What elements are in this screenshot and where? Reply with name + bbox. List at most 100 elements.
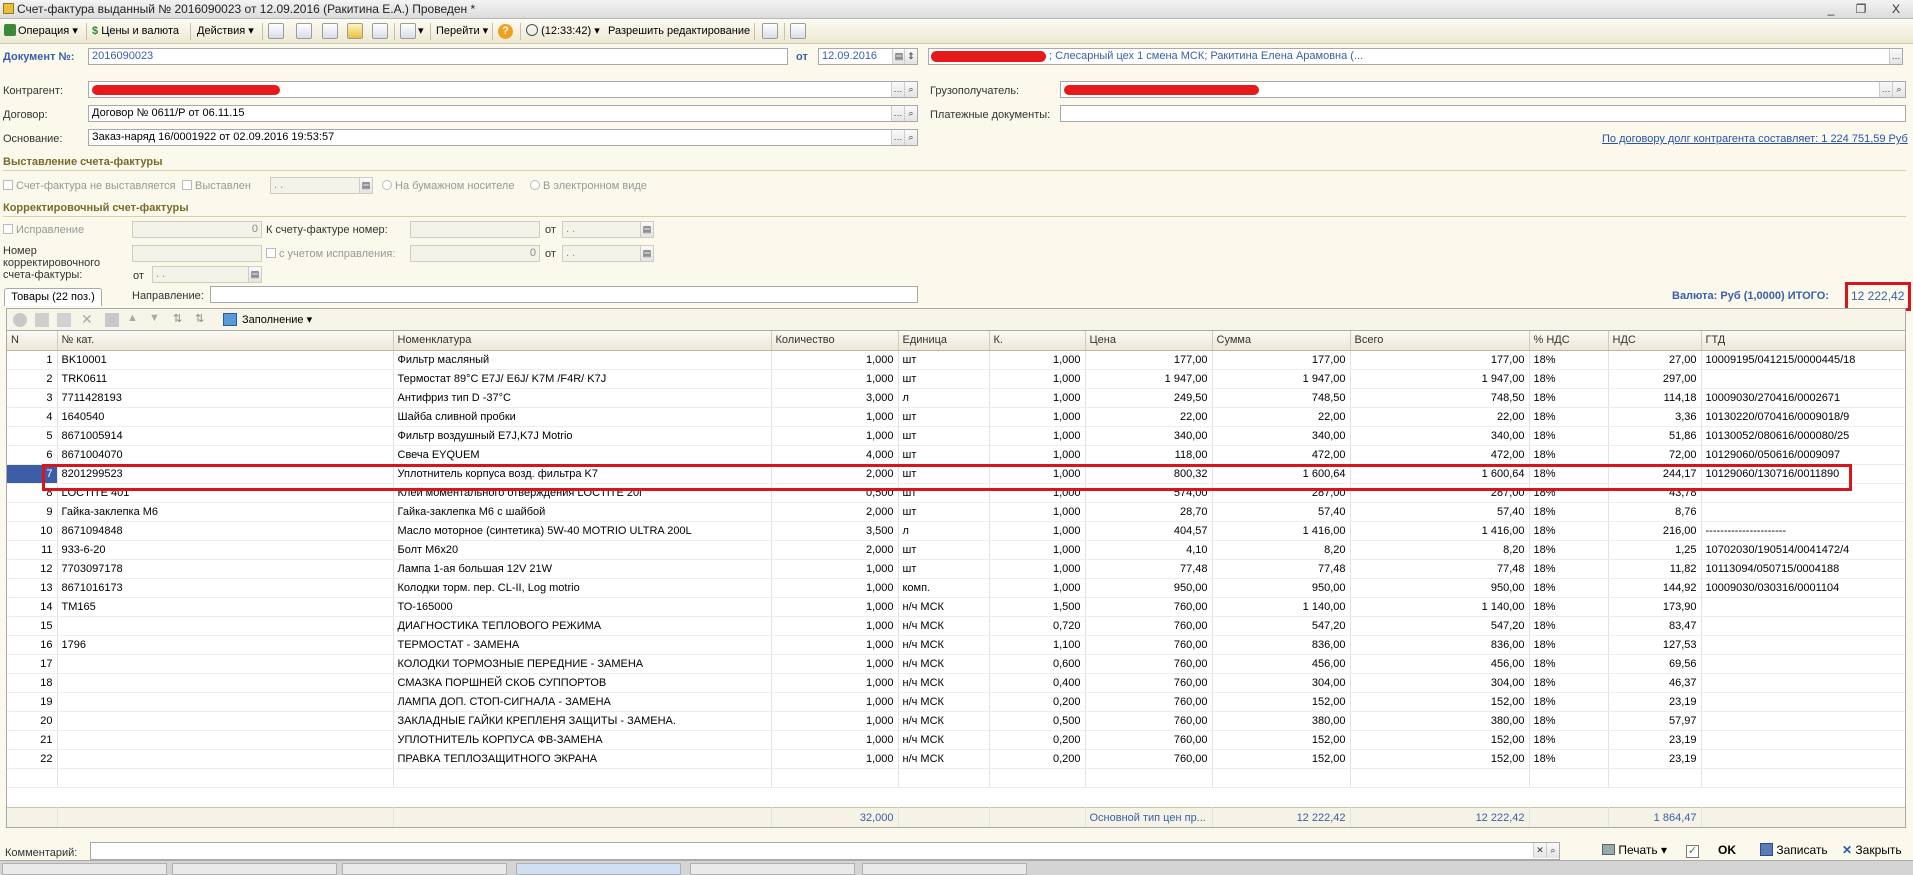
table-cell[interactable]: 1,000	[771, 749, 899, 769]
table-cell[interactable]: 1,000	[771, 426, 899, 446]
column-header[interactable]: Номенклатура	[393, 331, 772, 351]
table-cell[interactable]: 18%	[1529, 635, 1609, 655]
table-cell[interactable]: 1,000	[989, 407, 1086, 427]
table-cell[interactable]: Гайка-заклепка М6 с шайбой	[393, 502, 772, 522]
table-cell[interactable]: КОЛОДКИ ТОРМОЗНЫЕ ПЕРЕДНИЕ - ЗАМЕНА	[393, 654, 772, 674]
table-cell[interactable]: 13	[7, 578, 58, 598]
table-row[interactable]: 9 Гайка-заклепка М6 Гайка-заклепка М6 с ша…	[7, 502, 1905, 522]
table-cell[interactable]: 22,00	[1085, 407, 1213, 427]
table-cell[interactable]: 0,200	[989, 730, 1086, 750]
table-cell[interactable]: 1,000	[771, 692, 899, 712]
counterparty-field[interactable]: … ⌕	[88, 81, 918, 98]
table-cell[interactable]: 152,00	[1212, 730, 1351, 750]
table-cell[interactable]: 2,000	[771, 502, 899, 522]
table-cell[interactable]: Свеча EYQUEM	[393, 445, 772, 465]
table-cell[interactable]: 14	[7, 597, 58, 617]
table-cell[interactable]: Антифриз тип D -37°C	[393, 388, 772, 408]
table-cell[interactable]: 10702030/190514/0041472/4	[1701, 540, 1905, 560]
with-fix-field[interactable]: 0	[410, 245, 540, 262]
table-cell[interactable]: 18%	[1529, 711, 1609, 731]
table-cell[interactable]: 22,00	[1212, 407, 1351, 427]
table-cell[interactable]: 456,00	[1350, 654, 1530, 674]
move-down-icon[interactable]: ▼	[149, 312, 160, 324]
table-cell[interactable]: 340,00	[1085, 426, 1213, 446]
issued-date-field[interactable]: . . ▤	[270, 177, 373, 194]
column-header[interactable]: ГТД	[1701, 331, 1905, 351]
table-cell[interactable]: 23,19	[1608, 730, 1702, 750]
column-header[interactable]: Единица	[898, 331, 990, 351]
table-cell[interactable]: 836,00	[1212, 635, 1351, 655]
table-cell[interactable]: 152,00	[1212, 692, 1351, 712]
table-cell[interactable]: шт	[898, 559, 990, 579]
table-cell[interactable]: 1,000	[771, 711, 899, 731]
table-cell[interactable]: 760,00	[1085, 730, 1213, 750]
basis-search-icon[interactable]: ⌕	[904, 130, 917, 145]
table-cell[interactable]: 1 416,00	[1212, 521, 1351, 541]
edit-row-icon[interactable]	[57, 313, 71, 327]
table-cell[interactable]: 1 140,00	[1350, 597, 1530, 617]
table-cell[interactable]: 547,20	[1350, 616, 1530, 636]
table-cell[interactable]: 748,50	[1212, 388, 1351, 408]
table-cell[interactable]: 1,000	[771, 369, 899, 389]
direction-field[interactable]	[210, 286, 918, 303]
table-cell[interactable]: 760,00	[1085, 711, 1213, 731]
table-row[interactable]: 13 8671016173 Колодки торм. пер. CL-II, Lo…	[7, 578, 1905, 598]
calendar-icon[interactable]: ▤	[640, 222, 653, 237]
table-cell[interactable]: 7703097178	[57, 559, 394, 579]
structure-icon[interactable]	[400, 23, 416, 39]
table-cell[interactable]: 16	[7, 635, 58, 655]
table-cell[interactable]	[57, 616, 394, 636]
table-cell[interactable]: ТЕРМОСТАТ - ЗАМЕНА	[393, 635, 772, 655]
table-cell[interactable]: 216,00	[1608, 521, 1702, 541]
table-cell[interactable]: шт	[898, 502, 990, 522]
table-cell[interactable]: 1,000	[989, 559, 1086, 579]
table-cell[interactable]: 12	[7, 559, 58, 579]
table-cell[interactable]: 1,000	[989, 369, 1086, 389]
table-cell[interactable]: TM165	[57, 597, 394, 617]
table-cell[interactable]: комп.	[898, 578, 990, 598]
table-cell[interactable]: 760,00	[1085, 692, 1213, 712]
table-cell[interactable]: 18%	[1529, 578, 1609, 598]
payment-docs-field[interactable]	[1060, 105, 1906, 122]
table-cell[interactable]: 177,00	[1350, 350, 1530, 370]
table-cell[interactable]: шт	[898, 369, 990, 389]
table-cell[interactable]	[1701, 654, 1905, 674]
table-cell[interactable]: 21	[7, 730, 58, 750]
table-cell[interactable]	[1701, 502, 1905, 522]
table-cell[interactable]: н/ч МСК	[898, 711, 990, 731]
comment-clear-icon[interactable]: ✕	[1533, 843, 1546, 858]
table-cell[interactable]: 8671005914	[57, 426, 394, 446]
column-header[interactable]: НДС	[1608, 331, 1702, 351]
table-cell[interactable]: 404,57	[1085, 521, 1213, 541]
table-cell[interactable]: 760,00	[1085, 616, 1213, 636]
table-cell[interactable]: 69,56	[1608, 654, 1702, 674]
table-cell[interactable]: 18%	[1529, 426, 1609, 446]
table-cell[interactable]: 18%	[1529, 407, 1609, 427]
table-cell[interactable]: 144,92	[1608, 578, 1702, 598]
table-row[interactable]: 18 СМАЗКА ПОРШНЕЙ СКОБ СУППОРТОВ 1,000 н/ч …	[7, 673, 1905, 693]
table-cell[interactable]: 1 947,00	[1212, 369, 1351, 389]
table-cell[interactable]: 18%	[1529, 730, 1609, 750]
table-cell[interactable]: 1,000	[771, 730, 899, 750]
table-cell[interactable]: 1,000	[771, 654, 899, 674]
table-cell[interactable]: н/ч МСК	[898, 692, 990, 712]
table-cell[interactable]: 173,90	[1608, 597, 1702, 617]
table-cell[interactable]: 1,000	[989, 521, 1086, 541]
column-header[interactable]: Сумма	[1212, 331, 1351, 351]
copy-row-icon[interactable]	[35, 313, 49, 327]
table-cell[interactable]: 10009030/030316/0001104	[1701, 578, 1905, 598]
close-window-button[interactable]: X	[1885, 1, 1907, 17]
table-cell[interactable]: 10009195/041215/0000445/18	[1701, 350, 1905, 370]
counterparty-search-icon[interactable]: ⌕	[904, 82, 917, 97]
table-row[interactable]: 12 7703097178 Лампа 1-ая большая 12V 21W 1,…	[7, 559, 1905, 579]
time-menu[interactable]: (12:33:42) ▾	[526, 22, 600, 41]
table-cell[interactable]: 77,48	[1350, 559, 1530, 579]
maximize-button[interactable]: ❐	[1850, 1, 1872, 17]
table-cell[interactable]: 0,600	[989, 654, 1086, 674]
ok-button[interactable]: OK	[1718, 841, 1736, 860]
table-cell[interactable]: 380,00	[1350, 711, 1530, 731]
column-header[interactable]: Количество	[771, 331, 899, 351]
table-cell[interactable]: 6	[7, 445, 58, 465]
fill-menu[interactable]: Заполнение ▾	[242, 313, 312, 326]
table-cell[interactable]: 18%	[1529, 616, 1609, 636]
